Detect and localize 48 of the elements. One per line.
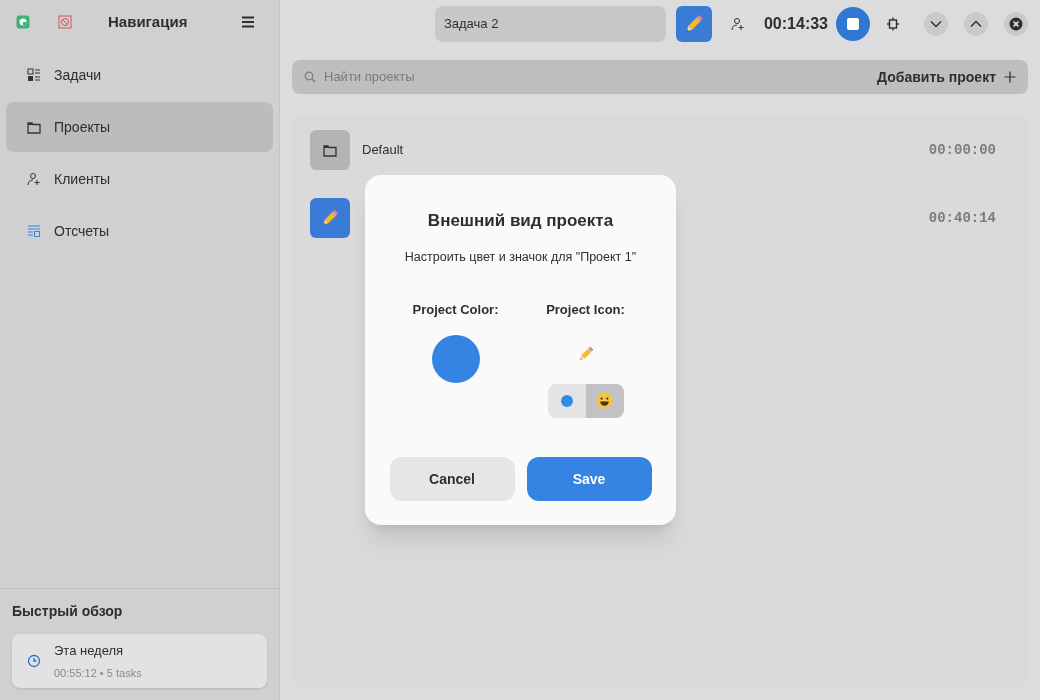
sidebar-item[interactable]: Задачи [6, 50, 273, 100]
user-add-icon [27, 172, 41, 186]
dot-icon [560, 394, 573, 407]
project-time: 00:00:00 [928, 140, 996, 160]
search-placeholder: Найти проекты [324, 68, 416, 87]
timer-display: 00:14:33 [763, 14, 828, 34]
color-label: Project Color: [412, 301, 499, 320]
task-field[interactable]: Задача 2 [434, 6, 666, 42]
app-icon[interactable] [16, 15, 30, 29]
plus-icon [1004, 71, 1016, 83]
edit-icon-button[interactable] [675, 6, 712, 42]
close-icon [1009, 17, 1023, 31]
icon-label: Project Icon: [546, 301, 625, 320]
chevron-up-icon [970, 20, 982, 28]
stop-button[interactable] [836, 7, 870, 41]
save-button[interactable]: Save [526, 457, 652, 501]
overview-title: Быстрый обзор [12, 602, 124, 621]
project-name: Default [362, 141, 405, 160]
pin-icon [886, 17, 900, 31]
close-button[interactable] [1004, 12, 1028, 36]
overview-card[interactable]: Эта неделя 00:55:12 • 5 tasks [12, 634, 267, 688]
add-project-button[interactable]: Добавить проект [877, 66, 1016, 88]
folder-icon [323, 143, 337, 157]
sidebar-title: Навигация [108, 11, 189, 32]
overview-card-title: Эта неделя [54, 642, 125, 660]
minimize-button[interactable] [924, 12, 948, 36]
clock-icon [27, 654, 41, 668]
icon-mode-toggle[interactable] [547, 383, 586, 418]
blocked-icon[interactable] [58, 15, 72, 29]
dialog-subtitle: Настроить цвет и значок для "Проект 1" [404, 248, 637, 266]
search-bar[interactable]: Найти проекты Добавить проект [292, 60, 1028, 94]
sidebar-item[interactable]: Клиенты [6, 154, 273, 204]
user-add-icon [730, 17, 745, 31]
menu-icon[interactable] [241, 16, 255, 28]
project-time: 00:40:14 [928, 208, 996, 228]
cancel-button[interactable]: Cancel [389, 457, 515, 501]
search-icon [304, 71, 316, 83]
folder-icon [27, 120, 41, 134]
smiley-icon [596, 392, 613, 410]
overview-card-meta: 00:55:12 • 5 tasks [54, 665, 142, 681]
icon-mode-toggle[interactable] [585, 383, 624, 418]
chevron-down-icon [930, 20, 942, 28]
report-icon [27, 224, 41, 238]
sidebar-item[interactable]: Отсчеты [6, 206, 273, 256]
list-icon [27, 68, 41, 82]
dialog-title: Внешний вид проекта [427, 210, 614, 232]
sidebar-item[interactable]: Проекты [6, 102, 273, 152]
maximize-button[interactable] [964, 12, 988, 36]
